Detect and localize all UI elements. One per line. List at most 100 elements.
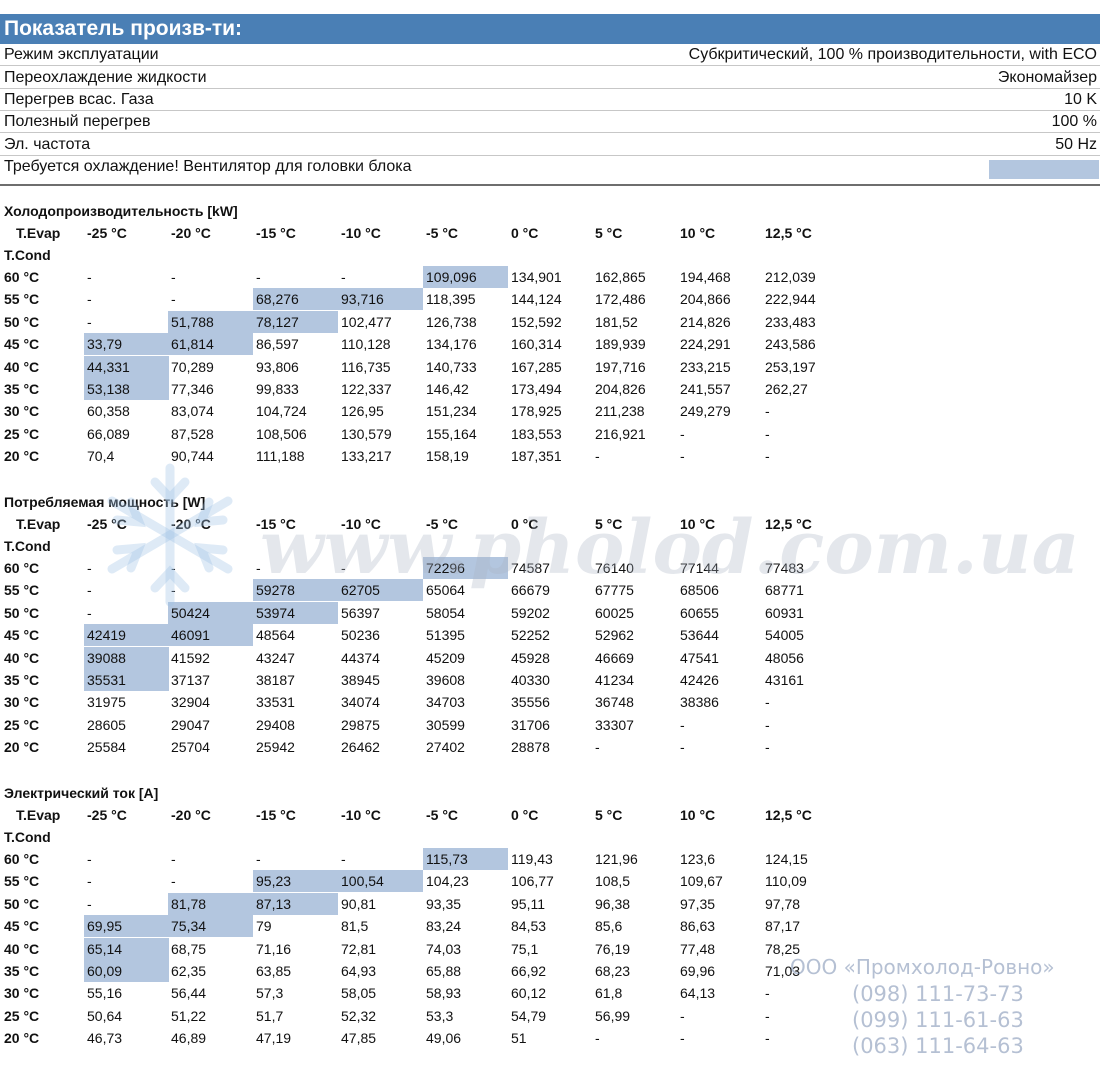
table-cell: 100,54	[338, 870, 423, 893]
table-cell: 56,99	[595, 1007, 631, 1024]
column-header: 5 °C	[595, 807, 623, 823]
column-header: -20 °C	[171, 225, 211, 241]
section-title: Электрический ток [A]	[4, 785, 159, 801]
table-cell: 133,217	[341, 448, 392, 465]
table-cell: 54,79	[511, 1007, 547, 1024]
table-cell: -	[87, 582, 92, 599]
property-label: Перегрев всас. Газа	[4, 91, 154, 108]
table-cell: -	[680, 448, 685, 465]
evap-label: T.Evap	[16, 516, 61, 532]
table-cell: -	[595, 448, 600, 465]
column-header: 10 °C	[680, 807, 716, 823]
table-cell: 45209	[426, 649, 465, 666]
table-cell: 53,138	[84, 378, 169, 400]
table-cell: 60931	[765, 604, 804, 621]
table-cell: -	[680, 1030, 685, 1047]
table-cell: 51,22	[171, 1007, 207, 1024]
table-cell: 74587	[511, 560, 550, 576]
property-row: Режим эксплуатации Субкритический, 100 % …	[0, 44, 1100, 66]
column-header: 12,5 °C	[765, 225, 812, 241]
table-cell: 77483	[765, 560, 804, 576]
table-cell: 214,826	[680, 313, 731, 330]
table-cell: 71,03	[765, 963, 801, 979]
table-cell: 99,833	[256, 381, 299, 397]
table-cell: 48056	[765, 649, 804, 666]
table-cell: 68,276	[253, 288, 338, 311]
table-cell: 189,939	[595, 336, 646, 353]
table-cell: 83,24	[426, 918, 462, 935]
column-header: -15 °C	[256, 807, 296, 823]
property-row: Эл. частота 50 Hz	[0, 134, 1100, 156]
table-cell: 56,44	[171, 985, 207, 1002]
table-cell: -	[87, 269, 92, 285]
table-cell: 33307	[595, 716, 634, 733]
table-cell: 55,16	[87, 985, 123, 1002]
table-cell: 144,124	[511, 291, 562, 308]
table-cell: 50,64	[87, 1007, 123, 1024]
table-cell: 59278	[253, 579, 338, 602]
table-cell: -	[256, 851, 261, 867]
table-cell: 53974	[253, 601, 338, 624]
table-cell: -	[256, 560, 261, 576]
table-cell: 51,7	[256, 1007, 284, 1024]
column-header: -10 °C	[341, 516, 381, 532]
table-cell: 75,34	[168, 915, 253, 938]
table-cell: 87,17	[765, 918, 801, 935]
table-cell: 28878	[511, 739, 550, 756]
table-cell: 65064	[426, 582, 465, 599]
table-cell: 72,81	[341, 940, 377, 957]
table-cell: 233,215	[680, 358, 731, 375]
table-cell: 102,477	[341, 313, 392, 330]
table-cell: -	[171, 873, 176, 890]
table-cell: 70,4	[87, 448, 115, 465]
table-cell: 47541	[680, 649, 719, 666]
table-cell: 249,279	[680, 403, 731, 420]
table-cell: 151,234	[426, 403, 477, 420]
table-cell: 69,96	[680, 963, 716, 979]
table-cell: 33531	[256, 694, 295, 711]
property-label: Требуется охлаждение! Вентилятор для гол…	[4, 158, 412, 175]
table-cell: 152,592	[511, 313, 562, 330]
table-cell: 60025	[595, 604, 634, 621]
table-cell: 29047	[171, 716, 210, 733]
row-header: 30 °C	[4, 694, 40, 711]
table-cell: 42426	[680, 672, 719, 688]
table-cell: 31706	[511, 716, 550, 733]
table-cell: 110,09	[765, 873, 807, 890]
table-cell: 32904	[171, 694, 210, 711]
table-cell: 48564	[256, 627, 295, 644]
row-header: 55 °C	[4, 582, 40, 599]
section-title: Холодопроизводительность [kW]	[4, 203, 238, 219]
table-cell: 37137	[171, 672, 210, 688]
table-cell: 41592	[171, 649, 210, 666]
row-header: 40 °C	[4, 940, 40, 957]
table-cell: 197,716	[595, 358, 646, 375]
table-cell: 140,733	[426, 358, 477, 375]
table-cell: -	[765, 716, 770, 733]
table-cell: 27402	[426, 739, 465, 756]
table-cell: -	[765, 403, 770, 420]
table-cell: 51395	[426, 627, 465, 644]
table-cell: 77,48	[680, 940, 716, 957]
table-cell: 68,23	[595, 963, 631, 979]
table-cell: 134,176	[426, 336, 477, 353]
table-cell: 43247	[256, 649, 295, 666]
table-cell: 81,5	[341, 918, 369, 935]
row-header: 25 °C	[4, 716, 40, 733]
column-header: -15 °C	[256, 516, 296, 532]
watermark-phone: (099) 111-61-63	[852, 1008, 1024, 1032]
table-cell: 111,188	[256, 448, 305, 465]
table-cell: -	[87, 313, 92, 330]
row-header: 20 °C	[4, 1030, 40, 1047]
table-cell: 90,744	[171, 448, 214, 465]
table-cell: 96,38	[595, 895, 631, 912]
evap-label: T.Evap	[16, 225, 61, 241]
table-cell: 86,63	[680, 918, 716, 935]
table-cell: 212,039	[765, 269, 816, 285]
table-cell: 40330	[511, 672, 550, 688]
column-header: 5 °C	[595, 225, 623, 241]
table-cell: 241,557	[680, 381, 731, 397]
table-cell: -	[765, 425, 770, 442]
table-cell: 54005	[765, 627, 804, 644]
page-title: Показатель произв-ти:	[0, 14, 1100, 44]
